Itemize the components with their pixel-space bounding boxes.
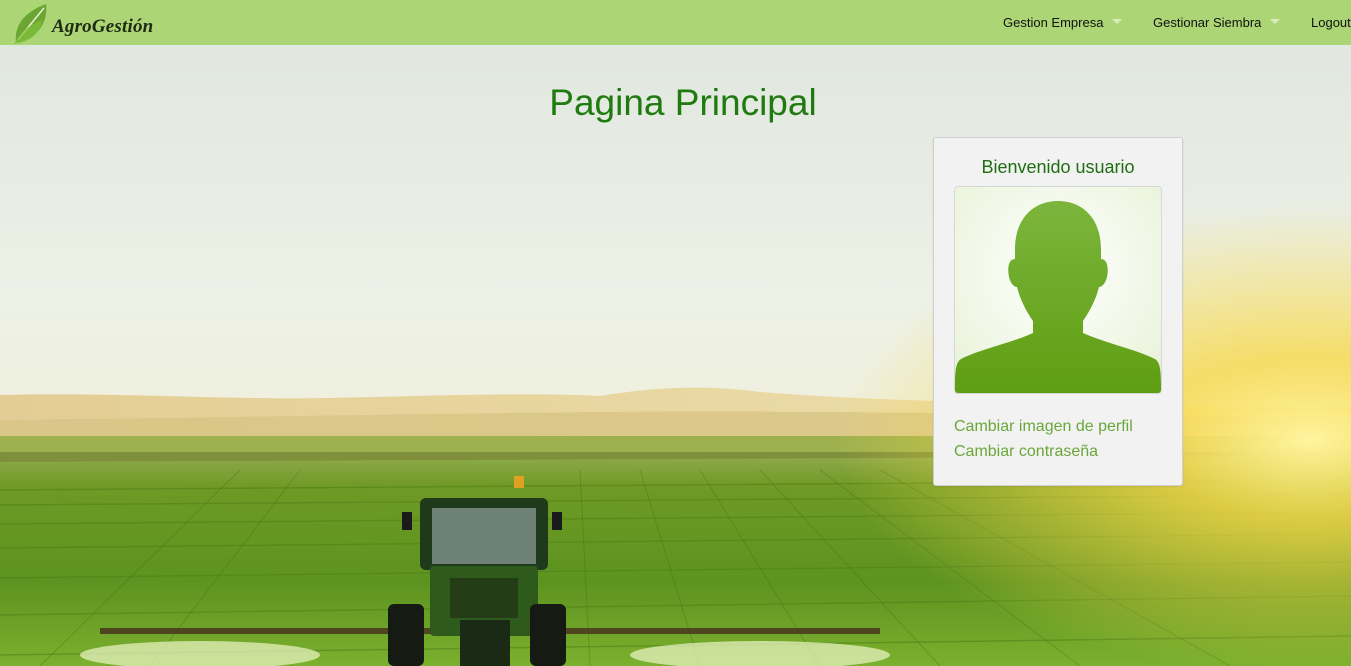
caret-down-icon — [1270, 19, 1281, 25]
profile-avatar — [954, 186, 1162, 394]
nav-gestionar-siembra-label: Gestionar Siembra — [1153, 15, 1262, 30]
nav-logout-label: Logout — [1311, 15, 1351, 30]
profile-panel: Bienvenido usuario Cambiar imagen de per… — [933, 137, 1183, 486]
brand-name: AgroGestión — [52, 16, 154, 37]
nav-gestionar-siembra[interactable]: Gestionar Siembra — [1153, 0, 1281, 45]
page-title: Pagina Principal — [549, 82, 817, 123]
caret-down-icon — [1112, 19, 1123, 25]
welcome-heading: Bienvenido usuario — [981, 157, 1135, 177]
change-password-link[interactable]: Cambiar contraseña — [954, 443, 1098, 461]
change-profile-image-link[interactable]: Cambiar imagen de perfil — [954, 418, 1133, 436]
leaf-icon — [14, 4, 47, 44]
nav-gestion-empresa-label: Gestion Empresa — [1003, 15, 1104, 30]
user-silhouette-icon — [955, 187, 1161, 393]
nav-logout[interactable]: Logout — [1311, 0, 1351, 45]
nav-gestion-empresa[interactable]: Gestion Empresa — [1003, 0, 1123, 45]
brand-logo[interactable]: AgroGestión — [12, 0, 182, 45]
top-navbar: AgroGestión Gestion Empresa Gestionar Si… — [0, 0, 1351, 45]
